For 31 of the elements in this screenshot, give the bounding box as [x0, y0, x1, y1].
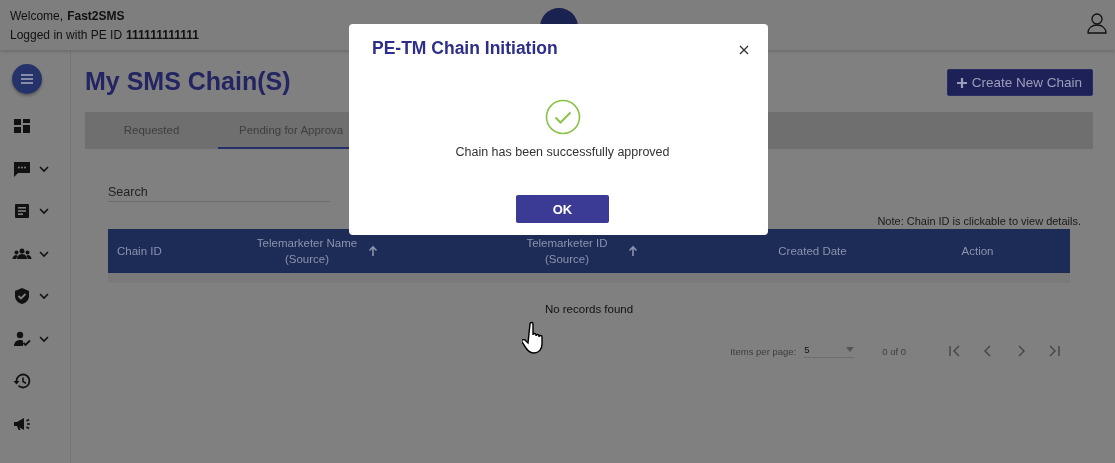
page-title: My SMS Chain(S)	[85, 66, 291, 96]
shield-check-icon[interactable]	[12, 286, 32, 307]
column-header[interactable]: Created Date	[778, 242, 847, 260]
items-per-page-label: Items per page:	[730, 345, 797, 357]
note-text: Note: Chain ID is clickable to view details.	[877, 215, 1081, 227]
menu-button[interactable]	[12, 64, 42, 94]
ok-button[interactable]: OK	[516, 195, 609, 223]
column-header[interactable]: Telemarketer ID (Source)	[512, 234, 622, 268]
scrollbar[interactable]	[108, 273, 1070, 283]
sort-arrow-icon[interactable]	[368, 245, 378, 257]
welcome-label: Welcome,	[10, 8, 64, 23]
column-header[interactable]: Chain ID	[117, 242, 162, 260]
plus-icon[interactable]	[955, 76, 968, 89]
login-label: Logged in with PE ID	[10, 27, 123, 42]
first-page-icon[interactable]	[947, 344, 962, 358]
user-name: Fast2SMS	[67, 8, 125, 23]
column-header[interactable]: Telemarketer Name (Source)	[252, 234, 362, 268]
page-size-select[interactable]: 5	[804, 344, 855, 358]
menu-icon[interactable]	[20, 73, 34, 85]
page-range: 0 of 0	[882, 345, 906, 357]
empty-message: No records found	[543, 303, 635, 315]
close-icon[interactable]	[739, 45, 749, 55]
success-check-icon	[544, 99, 581, 135]
column-header[interactable]: Action	[961, 242, 994, 260]
create-chain-button[interactable]: Create New Chain	[946, 69, 1093, 96]
search-field[interactable]: Search	[108, 183, 330, 202]
dialog-message: Chain has been successfully approved	[455, 145, 670, 159]
sort-arrow-icon[interactable]	[628, 245, 638, 257]
pe-id: 111111111111	[126, 27, 199, 42]
user-icon[interactable]	[1087, 12, 1107, 34]
dialog-title: PE-TM Chain Initiation	[372, 37, 558, 59]
